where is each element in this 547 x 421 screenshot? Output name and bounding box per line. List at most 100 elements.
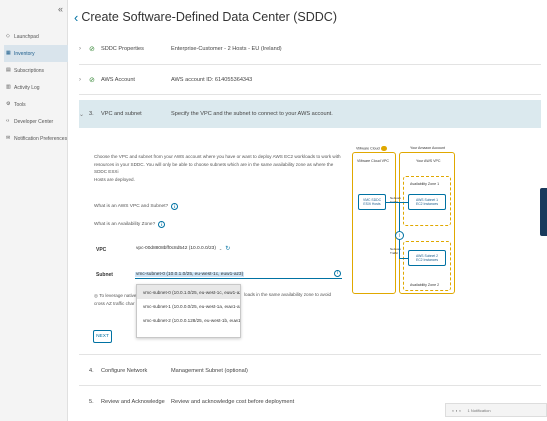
activity-log-icon: ▥ [6,84,11,90]
subnet-label: Subnet [96,272,113,278]
check-circle-icon: ⊘ [89,46,95,53]
info-icon[interactable]: i [158,221,166,228]
step-label: Review and Acknowledge [101,399,165,405]
vpc-label: VPC [96,247,107,253]
subscriptions-icon: ▤ [6,67,11,73]
sidebar-item-inventory[interactable]: ▦ Inventory [4,45,68,62]
diagram-caption: Availability Zone 1 [410,182,440,186]
step-vpc-and-subnet[interactable]: ⌄ 3. VPC and subnet Specify the VPC and … [79,100,541,128]
help-link-text: What is an AWS VPC and Subnet? [94,204,169,209]
sidebar-item-activity-log[interactable]: ▥ Activity Log [4,79,68,96]
side-panel-tab[interactable] [540,188,547,236]
step-label: AWS Account [101,77,135,83]
step-description: Specify the VPC and the subnet to connec… [171,111,333,117]
divider [79,354,541,355]
tip-text-right: loads in the same availability zone to a… [244,292,332,297]
notification-bar[interactable]: ◐ ◐ ◐ 1 Notification [445,403,547,417]
chevron-down-icon: ⌄ [79,111,85,118]
launchpad-icon: ◇ [6,33,10,39]
diagram-caption: Availability Zone 2 [410,283,440,287]
collapse-sidebar-icon[interactable]: « [58,4,63,14]
chevron-right-icon: › [79,46,81,52]
page-header: ‹ Create Software-Defined Data Center (S… [74,7,337,27]
check-circle-icon: ⊘ [89,77,95,84]
step-label: Configure Network [101,368,148,374]
aws-subnet-1-box: AWS Subnet 1 EC2 Instances [408,194,446,210]
cloud-icon [380,146,387,151]
inventory-icon: ▦ [6,50,11,56]
step-aws-account[interactable]: › ⊘ AWS Account AWS account ID: 61405536… [79,76,541,84]
step-description: Enterprise-Customer - 2 Hosts - EU (Irel… [171,46,282,52]
vpc-intro-text: Choose the VPC and subnet from your AWS … [94,153,344,183]
sidebar-item-label: Launchpad [14,33,39,40]
subnet-dropdown-menu: vmc-subnet-0 (10.0.1.0/25, eu-west-1c, e… [136,284,241,338]
network-diagram: VMware Cloud Your Amazon Account VMware … [348,146,458,296]
connector-line [399,202,400,258]
notification-icon: ✉ [6,135,11,141]
tools-icon: ⚙ [6,101,11,107]
vpc-select-value: vpc-00d8808bff0c8d542 (10.0.0.0/23) [136,246,216,251]
vmc-sddc-box: VMC SDDC ESXi Hosts [358,194,386,210]
diagram-caption: VMware Cloud VPC [357,159,389,163]
info-icon[interactable]: i [171,203,179,210]
help-availability-zone[interactable]: What is an Availability Zone? i [94,221,166,228]
sidebar-item-label: Inventory [14,50,35,57]
notification-count: 1 Notification [467,407,491,413]
step-description: AWS account ID: 614055364343 [171,77,253,83]
back-icon[interactable]: ‹ [74,10,78,25]
divider [79,385,541,386]
step-sddc-properties[interactable]: › ⊘ SDDC Properties Enterprise-Customer … [79,45,541,53]
help-link-text: What is an Availability Zone? [94,222,156,227]
diagram-caption: VMware Cloud [356,146,387,151]
intro-line: Hosts are deployed. [94,176,135,182]
sidebar-item-label: Subscriptions [14,67,45,74]
next-button[interactable]: NEXT [93,330,112,343]
step-number: 3. [89,111,94,117]
intro-line: Choose the VPC and subnet from your AWS … [94,154,341,159]
sidebar: « ◇ Launchpad ▦ Inventory ▤ Subscription… [0,0,68,421]
vmc-cloud-box [352,152,396,294]
step-number: 4. [89,368,94,374]
dropdown-option[interactable]: vmc-subnet-0 (10.0.1.0/25, eu-west-1c, e… [137,285,240,299]
sidebar-item-tools[interactable]: ⚙ Tools [4,96,68,113]
step-label: SDDC Properties [101,46,144,52]
subnet-select[interactable]: vmc-subnet-0 (10.0.1.0/25, eu-west-1c, e… [135,270,342,279]
diagram-caption: Your AWS VPC [416,159,441,163]
connector-line [386,202,408,203]
sidebar-item-subscriptions[interactable]: ▤ Subscriptions [4,62,68,79]
help-vpc-subnet[interactable]: What is an AWS VPC and Subnet? i [94,203,179,210]
divider [79,64,541,65]
vpc-select[interactable]: vpc-00d8808bff0c8d542 (10.0.0.0/23) ⌄ ↻ [136,245,230,252]
sidebar-item-developer-center[interactable]: ‹› Developer Center [4,113,68,130]
chevron-right-icon: › [79,77,81,83]
status-icons: ◐ ◐ ◐ [452,407,462,413]
refresh-icon[interactable]: ↻ [225,245,230,252]
sidebar-item-launchpad[interactable]: ◇ Launchpad [4,28,68,45]
dropdown-option[interactable]: vmc-subnet-2 (10.0.0.128/25, eu-west-1b,… [137,313,240,327]
info-icon[interactable]: i [395,231,404,240]
page-title: Create Software-Defined Data Center (SDD… [81,10,337,24]
chevron-down-icon: ⌄ [218,246,223,251]
sidebar-nav: ◇ Launchpad ▦ Inventory ▤ Subscriptions … [4,28,68,147]
sidebar-item-notification-preferences[interactable]: ✉ Notification Preferences [4,130,68,147]
aws-subnet-2-box: AWS Subnet 2 EC2 Instances [408,250,446,266]
tip-line: ◎ To leverage native [94,293,137,298]
dropdown-option[interactable]: vmc-subnet-1 (10.0.0.0/25, eu-west-1a, e… [137,299,240,313]
divider [79,94,541,95]
step-configure-network[interactable]: 4. Configure Network Management Subnet (… [79,368,541,374]
sidebar-item-label: Activity Log [14,84,40,91]
subnet-select-value: vmc-subnet-0 (10.0.1.0/25, eu-west-1c, e… [135,271,245,277]
sidebar-item-label: Tools [14,101,26,108]
sidebar-item-label: Notification Preferences [14,135,68,142]
connector-line [399,258,408,259]
sidebar-item-label: Developer Center [14,118,54,125]
intro-line: resources in your SDDC. You will only be… [94,161,334,175]
step-label: VPC and subnet [101,111,142,117]
step-number: 5. [89,399,94,405]
tip-line: cross AZ traffic char [94,301,135,306]
developer-center-icon: ‹› [6,118,10,124]
diagram-caption: Your Amazon Account [410,146,446,150]
step-description: Review and acknowledge cost before deplo… [171,399,295,405]
tip-text: ◎ To leverage native cross AZ traffic ch… [94,292,137,308]
info-icon[interactable]: i [334,270,341,277]
